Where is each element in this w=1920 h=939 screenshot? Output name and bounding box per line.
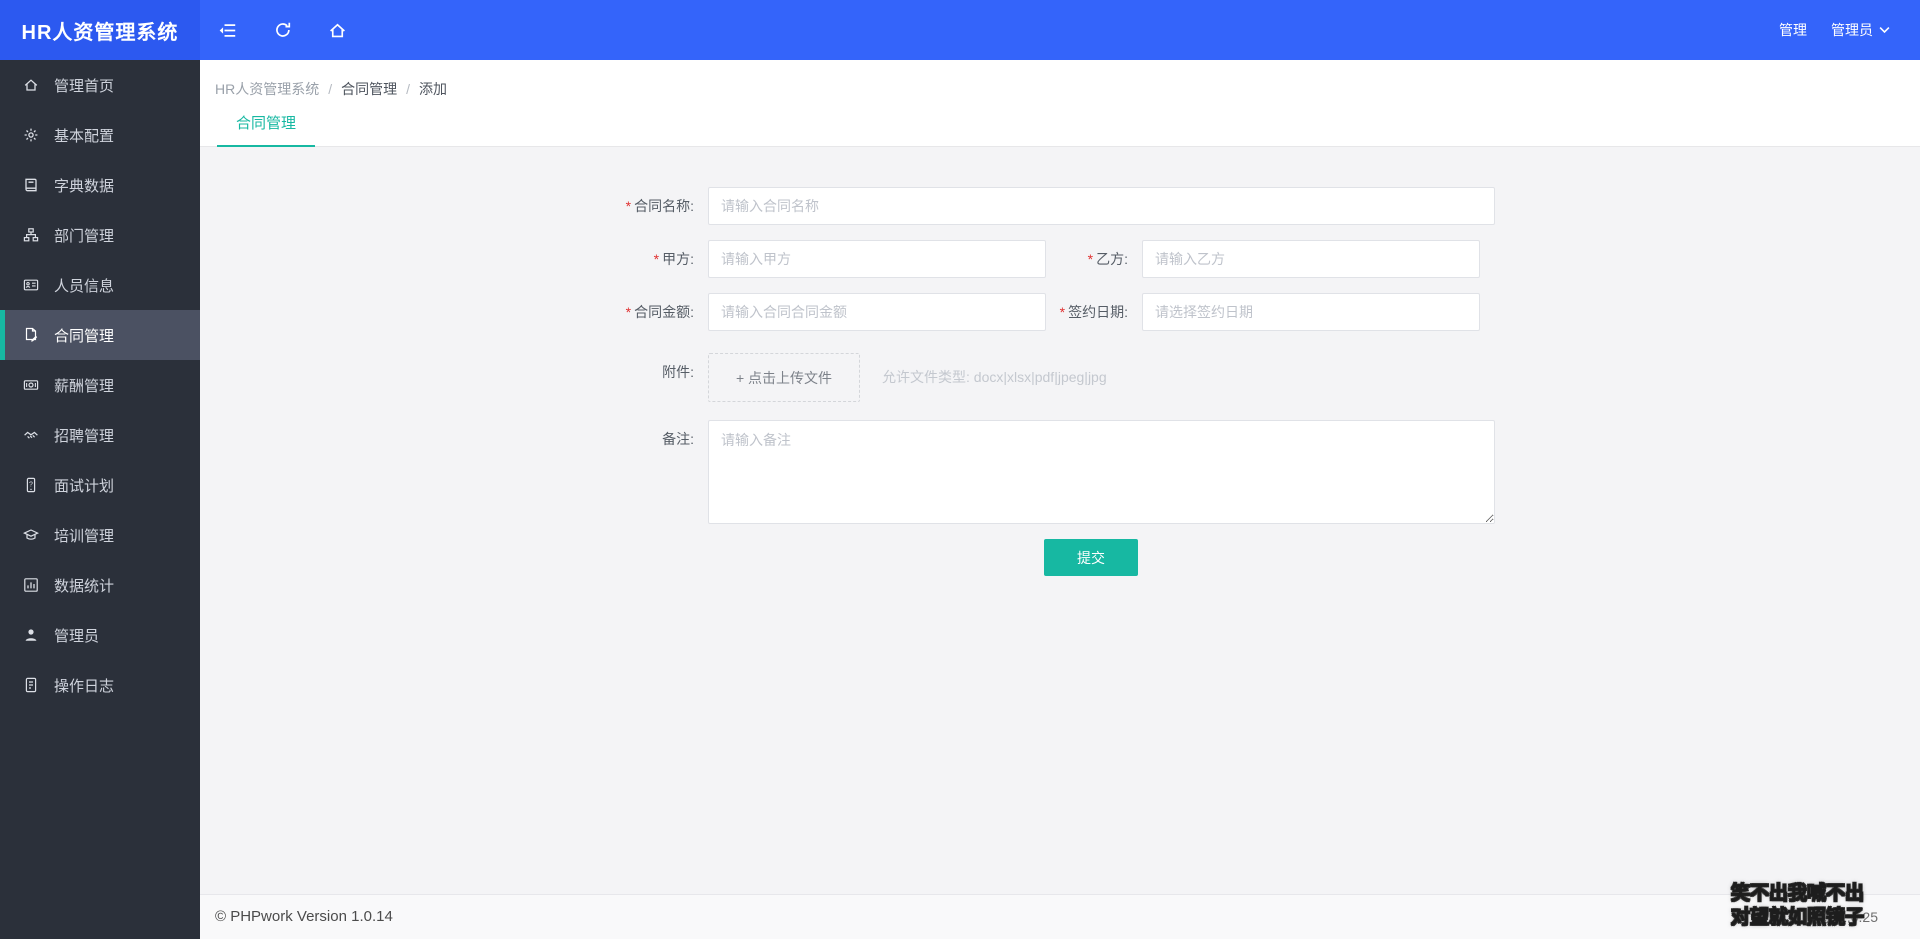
book-icon: [22, 177, 39, 194]
tab-bar: 合同管理: [200, 102, 1920, 147]
sidebar-item-training-management[interactable]: 培训管理: [0, 510, 200, 560]
form-row-contract-name: * 合同名称:: [522, 187, 1920, 225]
sidebar-item-label: 管理首页: [54, 77, 115, 95]
upload-file-button[interactable]: + 点击上传文件: [708, 353, 860, 402]
form-row-attachment: 附件: + 点击上传文件 允许文件类型: docx|xlsx|pdf|jpeg|…: [522, 353, 1920, 402]
footer-version-text: 统 1.0.25: [1821, 909, 1878, 925]
sidebar-item-data-statistics[interactable]: 数据统计: [0, 560, 200, 610]
sidebar: 管理首页 基本配置 字典数据 部门管理 人员信息 合同管理 薪酬管理 招聘管理 …: [0, 60, 200, 939]
money-icon: [22, 377, 39, 394]
user-menu[interactable]: 管理员: [1819, 20, 1902, 40]
amount-input[interactable]: [708, 293, 1046, 331]
sidebar-item-salary-management[interactable]: 薪酬管理: [0, 360, 200, 410]
breadcrumb-item-add: 添加: [419, 81, 448, 97]
party-b-input[interactable]: [1142, 240, 1480, 278]
gear-icon: [22, 127, 39, 144]
log-icon: [22, 677, 39, 694]
required-asterisk: *: [625, 198, 632, 214]
sidebar-item-dictionary-data[interactable]: 字典数据: [0, 160, 200, 210]
sidebar-item-operation-log[interactable]: 操作日志: [0, 660, 200, 710]
sidebar-item-administrator[interactable]: 管理员: [0, 610, 200, 660]
sidebar-item-interview-plan[interactable]: ? 面试计划: [0, 460, 200, 510]
copyright-text: © PHPwork Version 1.0.14: [215, 908, 393, 925]
contract-name-label: * 合同名称:: [625, 198, 694, 214]
breadcrumb-item-contract[interactable]: 合同管理: [341, 81, 397, 97]
sidebar-item-department-management[interactable]: 部门管理: [0, 210, 200, 260]
sidebar-item-label: 部门管理: [54, 227, 115, 245]
user-menu-label: 管理员: [1831, 22, 1873, 38]
app-title: HR人资管理系统: [0, 0, 200, 60]
svg-text:?: ?: [29, 481, 33, 488]
content-panel: *合同名称: *甲方: *乙方: *合同金额: *签约日期: 附件: + 点击上…: [200, 147, 1920, 894]
sidebar-item-label: 招聘管理: [54, 427, 115, 445]
breadcrumb-item-root[interactable]: HR人资管理系统: [215, 81, 319, 97]
sidebar-item-label: 人员信息: [54, 277, 115, 295]
sidebar-item-recruitment-management[interactable]: 招聘管理: [0, 410, 200, 460]
chevron-down-icon: [1879, 27, 1890, 34]
sidebar-item-label: 基本配置: [54, 127, 115, 145]
header-right: 管理 管理员: [1767, 0, 1920, 60]
breadcrumb-separator: /: [406, 81, 411, 97]
tab-contract-management[interactable]: 合同管理: [217, 102, 316, 147]
sign-date-label: * 签约日期:: [1059, 304, 1128, 320]
breadcrumb-separator: /: [328, 81, 333, 97]
sidebar-item-label: 合同管理: [54, 327, 115, 345]
sidebar-item-label: 操作日志: [54, 677, 115, 695]
bar-chart-icon: [22, 577, 39, 594]
training-icon: [22, 527, 39, 544]
required-asterisk: *: [653, 251, 660, 267]
required-asterisk: *: [1087, 251, 1094, 267]
home-icon: [22, 77, 39, 94]
refresh-icon[interactable]: [255, 0, 310, 60]
required-asterisk: *: [1059, 304, 1066, 320]
party-b-label: * 乙方:: [1087, 251, 1128, 267]
sidebar-item-label: 面试计划: [54, 477, 115, 495]
form-row-parties: *甲方: *乙方:: [522, 240, 1920, 278]
breadcrumb: HR人资管理系统 / 合同管理 / 添加: [200, 60, 1920, 99]
top-header: HR人资管理系统 管理 管理员: [0, 0, 1920, 60]
sidebar-item-personnel-info[interactable]: 人员信息: [0, 260, 200, 310]
home-icon[interactable]: [310, 0, 365, 60]
contract-icon: [22, 327, 39, 344]
sidebar-item-label: 数据统计: [54, 577, 115, 595]
sidebar-item-label: 培训管理: [54, 527, 115, 545]
required-asterisk: *: [625, 304, 632, 320]
sidebar-item-admin-home[interactable]: 管理首页: [0, 60, 200, 110]
submit-button[interactable]: 提交: [1044, 539, 1138, 576]
form-row-amount-date: *合同金额: *签约日期:: [522, 293, 1920, 331]
party-a-label: * 甲方:: [653, 251, 694, 267]
form-row-submit: 提交: [522, 539, 1920, 576]
sidebar-item-basic-config[interactable]: 基本配置: [0, 110, 200, 160]
party-a-input[interactable]: [708, 240, 1046, 278]
main-area: HR人资管理系统 / 合同管理 / 添加 合同管理 *合同名称: *甲方: *乙方: *…: [200, 60, 1920, 939]
form-row-remark: 备注:: [522, 420, 1920, 524]
sidebar-item-contract-management[interactable]: 合同管理: [0, 310, 200, 360]
interview-icon: ?: [22, 477, 39, 494]
collapse-menu-icon[interactable]: [200, 0, 255, 60]
sidebar-item-label: 字典数据: [54, 177, 115, 195]
sidebar-item-label: 管理员: [54, 627, 100, 645]
recruit-icon: [22, 427, 39, 444]
amount-label: * 合同金额:: [625, 304, 694, 320]
topbar: HR人资管理系统 / 合同管理 / 添加 合同管理: [200, 60, 1920, 147]
user-icon: [22, 627, 39, 644]
sidebar-item-label: 薪酬管理: [54, 377, 115, 395]
sign-date-input[interactable]: [1142, 293, 1480, 331]
id-card-icon: [22, 277, 39, 294]
remark-textarea[interactable]: [708, 420, 1495, 524]
footer: © PHPwork Version 1.0.14 统 1.0.25: [200, 894, 1920, 939]
org-chart-icon: [22, 227, 39, 244]
header-icon-group: [200, 0, 365, 60]
attachment-label: 附件:: [662, 364, 694, 380]
manage-link[interactable]: 管理: [1767, 20, 1819, 40]
upload-hint-text: 允许文件类型: docx|xlsx|pdf|jpeg|jpg: [882, 369, 1107, 385]
remark-label: 备注:: [662, 431, 694, 447]
contract-add-form: *合同名称: *甲方: *乙方: *合同金额: *签约日期: 附件: + 点击上…: [200, 147, 1920, 576]
contract-name-input[interactable]: [708, 187, 1495, 225]
